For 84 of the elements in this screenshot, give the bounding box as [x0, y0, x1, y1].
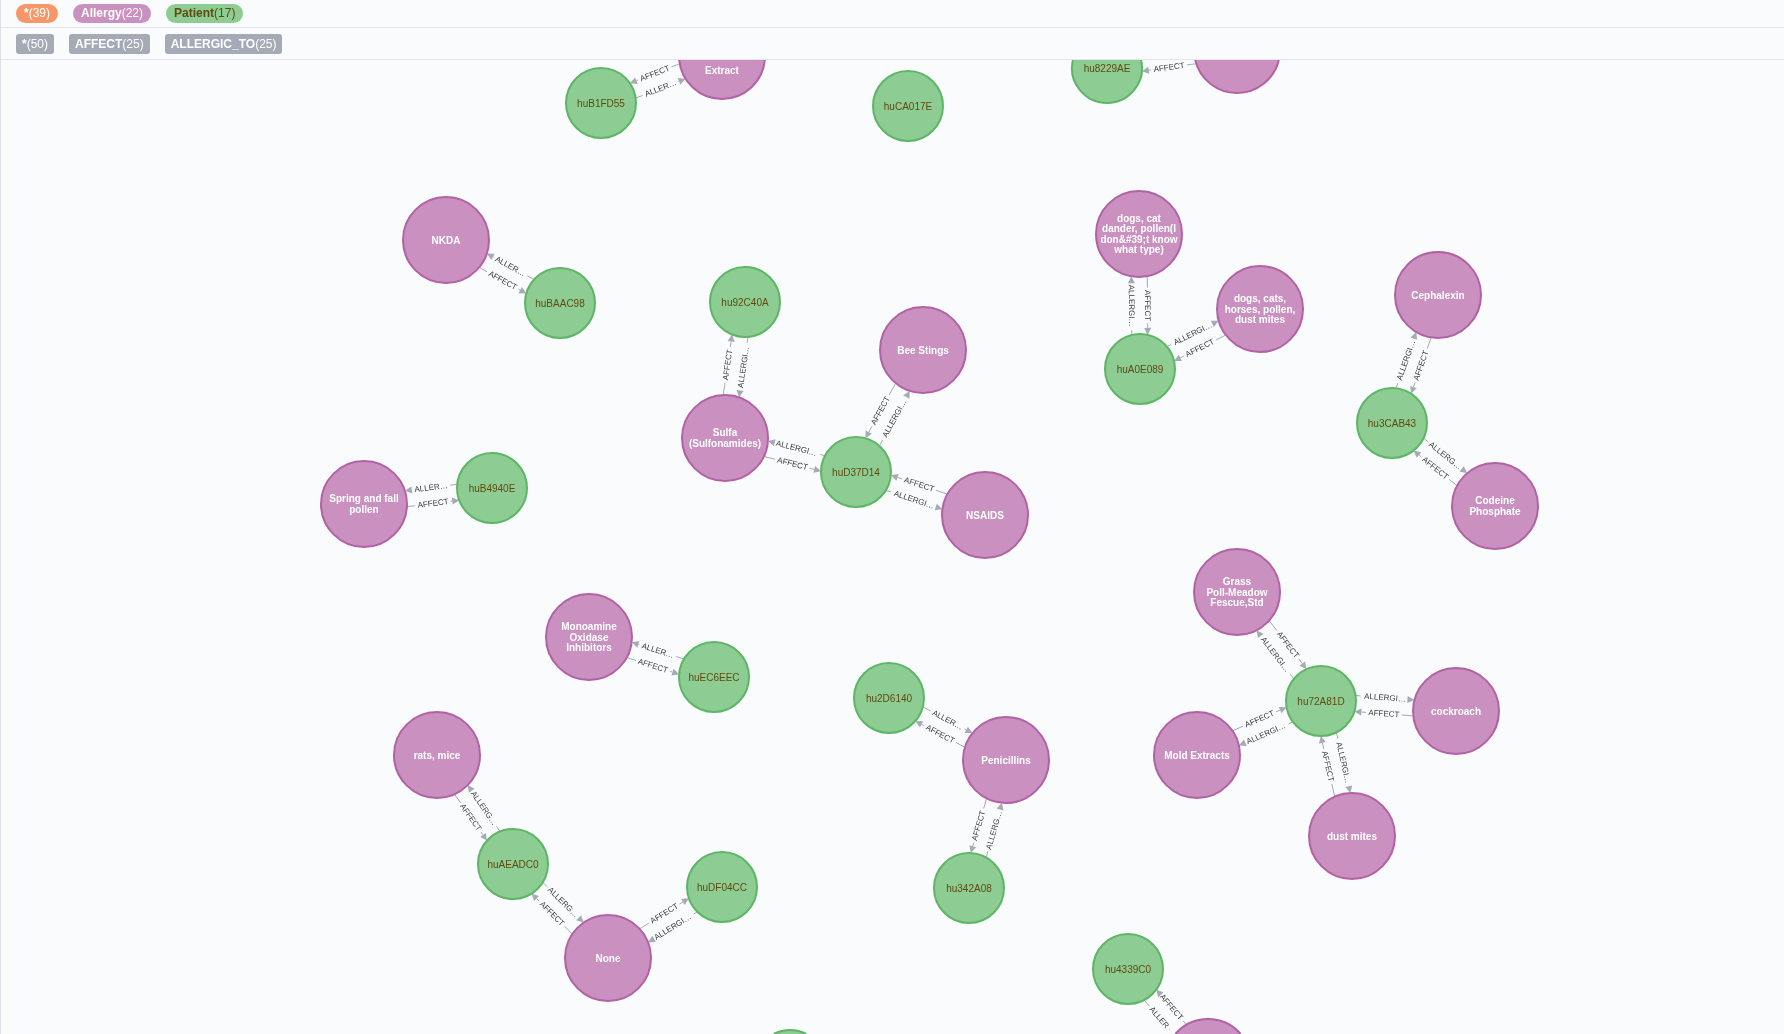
patient-node[interactable]	[1285, 665, 1357, 737]
relationship-type-filter[interactable]: AFFECT(25)	[69, 33, 150, 54]
patient-node[interactable]	[1071, 60, 1143, 104]
node-label-filter[interactable]: *(39)	[16, 4, 58, 23]
node-caption: Mold Extracts	[1164, 749, 1230, 761]
node-caption: huA0E089	[1116, 363, 1164, 375]
relationship-label: AFFECT	[1142, 289, 1153, 322]
node-caption: dust mites	[1327, 830, 1377, 842]
node-caption: Extract	[705, 64, 739, 76]
node-caption: Spring and fall pollen	[329, 493, 399, 515]
node-caption: None	[595, 952, 621, 964]
node-caption: hu72A81D	[1297, 695, 1345, 707]
allergy-node[interactable]	[545, 593, 633, 681]
allergy-node[interactable]	[678, 60, 766, 100]
node-caption: huBAAC98	[535, 297, 585, 309]
allergy-node[interactable]	[1412, 667, 1500, 755]
allergy-node[interactable]	[879, 306, 967, 394]
node-caption: Cephalexin	[1411, 289, 1465, 301]
node-caption: huCA017E	[883, 100, 933, 112]
relationship-label: AFFECT	[1153, 60, 1186, 75]
node-caption: Monoamine Oxidase Inhibitors	[561, 621, 617, 653]
allergy-node[interactable]	[1095, 190, 1183, 278]
patient-node[interactable]	[1104, 333, 1176, 405]
relationship-label: ALLERGI…	[1363, 691, 1407, 704]
relationship-label: AFFECT	[776, 455, 809, 473]
patient-node[interactable]	[933, 852, 1005, 924]
node-caption: huDF04CC	[697, 881, 747, 893]
patient-node[interactable]	[565, 67, 637, 139]
node-caption: dogs, cat dander, pollen(I don&#39;t know what type)	[1100, 212, 1178, 256]
allergy-node[interactable]	[402, 196, 490, 284]
allergy-node[interactable]	[1194, 60, 1280, 94]
node-caption: hu2D6140	[865, 692, 913, 704]
patient-node[interactable]	[872, 70, 944, 142]
node-caption: huAEADC0	[487, 858, 539, 870]
node-caption: huB1FD55	[577, 97, 625, 109]
node-caption: Penicillins	[981, 754, 1031, 766]
patient-node[interactable]	[772, 1029, 808, 1034]
node-caption: huD37D14	[832, 466, 880, 478]
allergy-node[interactable]	[962, 716, 1050, 804]
patient-node[interactable]	[853, 662, 925, 734]
patient-node[interactable]	[524, 267, 596, 339]
node-caption: cockroach	[1431, 705, 1481, 717]
relationship-type-filter[interactable]: ALLERGIC_TO(25)	[164, 33, 283, 54]
allergy-node[interactable]	[681, 394, 769, 482]
node-caption: hu342A08	[946, 882, 992, 894]
node-caption: hu3CAB43	[1367, 417, 1417, 429]
node-caption: hu4339C0	[1104, 963, 1152, 975]
relationship-label: AFFECT	[720, 348, 735, 381]
node-caption: NSAIDS	[966, 509, 1004, 521]
node-caption: Sulfa (Sulfonamides)	[688, 427, 762, 449]
relationship-label: AFFECT	[1319, 750, 1336, 783]
node-caption: NKDA	[431, 234, 461, 246]
allergy-node[interactable]	[1153, 711, 1241, 799]
relationship-label: ALLERGI…	[1126, 284, 1137, 327]
node-caption: Bee Stings	[897, 344, 949, 356]
allergy-node[interactable]	[1174, 1018, 1242, 1034]
allergy-node[interactable]	[1308, 792, 1396, 880]
node-caption: rats, mice	[413, 749, 461, 761]
patient-node[interactable]	[456, 452, 528, 524]
patient-node[interactable]	[477, 828, 549, 900]
allergy-node[interactable]	[941, 471, 1029, 559]
node-caption: hu92C40A	[721, 296, 769, 308]
node-caption: dogs, cats, horses, pollen, dust mites	[1224, 293, 1296, 325]
allergy-node[interactable]	[320, 460, 408, 548]
node-caption: Grass Poll-Meadow Fescue,Std	[1206, 576, 1268, 608]
relationship-label: AFFECT	[970, 809, 988, 842]
patient-node[interactable]	[1356, 387, 1428, 459]
relationship-label: ALLER…	[413, 481, 449, 495]
node-caption: huB4940E	[468, 482, 516, 494]
allergy-node[interactable]	[1394, 251, 1482, 339]
node-caption: Codeine Phosphate	[1469, 495, 1521, 517]
relationship-label: ALLERGI…	[736, 345, 752, 389]
relationship-type-filter[interactable]: *(50)	[16, 33, 54, 54]
node-label-filter[interactable]: Allergy(22)	[73, 4, 152, 23]
relationship-label: AFFECT	[417, 497, 450, 510]
patient-node[interactable]	[820, 436, 892, 508]
relationship-label: ALLERGI…	[1334, 741, 1353, 785]
node-caption: huEC6EEC	[688, 671, 740, 683]
patient-node[interactable]	[709, 266, 781, 338]
relationship-label: AFFECT	[1368, 708, 1400, 720]
allergy-node[interactable]	[1216, 265, 1304, 353]
node-caption: hu8229AE	[1083, 62, 1131, 74]
patient-node[interactable]	[678, 641, 750, 713]
node-label-filter[interactable]: Patient(17)	[166, 4, 244, 23]
